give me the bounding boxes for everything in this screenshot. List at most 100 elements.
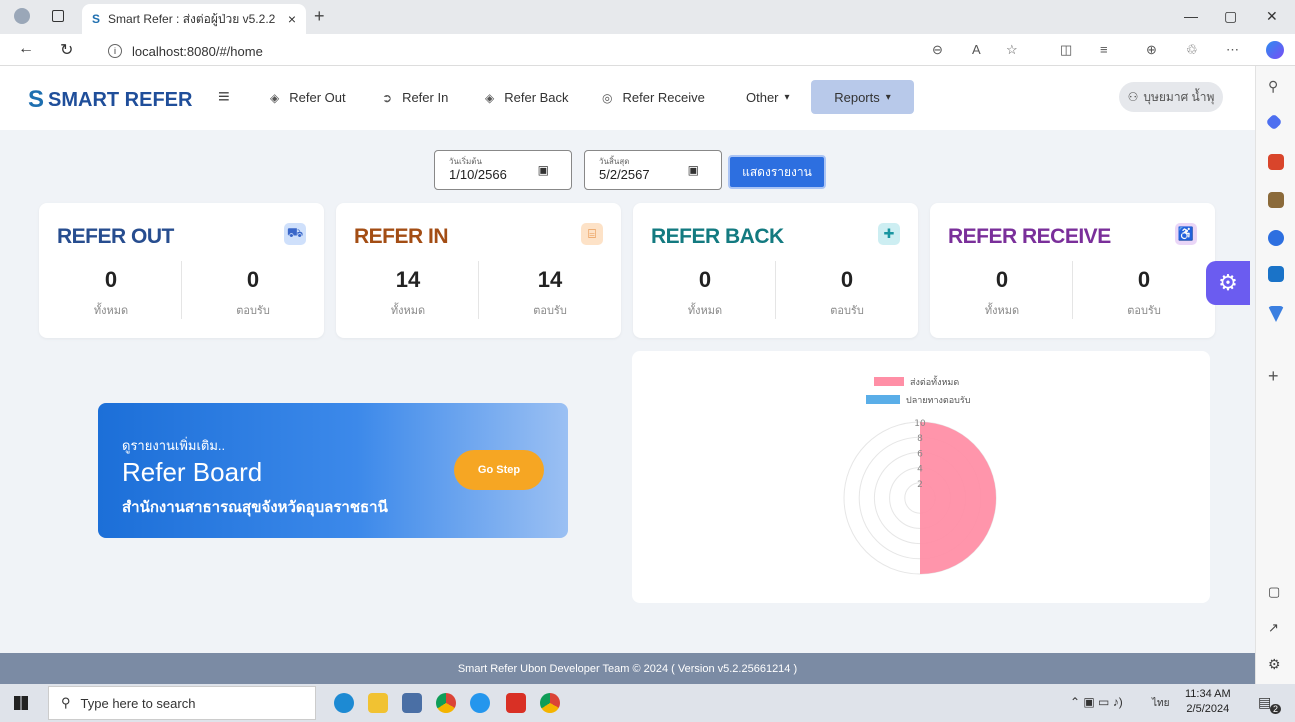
show-report-button[interactable]: แสดงรายงาน — [728, 155, 826, 189]
nav-refer-out[interactable]: ◈ Refer Out — [270, 90, 346, 105]
user-menu[interactable]: ⚇ บุษยมาศ น้ำพุ — [1119, 82, 1223, 112]
close-window-icon[interactable]: ✕ — [1266, 8, 1278, 25]
refer-in-card[interactable]: REFER IN ⌸ 14 ทั้งหมด 14 ตอบรับ — [336, 203, 621, 338]
nav-refer-receive[interactable]: ◎ Refer Receive — [602, 90, 705, 105]
accepted-label: ตอบรับ — [533, 305, 567, 317]
footer-text: Smart Refer Ubon Developer Team © 2024 (… — [457, 662, 798, 675]
go-step-button[interactable]: Go Step — [454, 450, 544, 490]
outlook-icon[interactable] — [1268, 266, 1284, 282]
browser-tab[interactable]: S Smart Refer : ส่งต่อผู้ป่วย v5.2.2 × — [82, 4, 306, 34]
nav-refer-in[interactable]: ➲ Refer In — [382, 90, 448, 105]
accepted-label: ตอบรับ — [830, 305, 864, 317]
site-info-icon[interactable]: i — [108, 44, 122, 58]
total-count: 0 — [698, 267, 712, 292]
start-date-field[interactable]: วันเริ่มต้น 1/10/2566 ▣ — [434, 150, 572, 190]
nav-label: Refer Out — [289, 90, 346, 105]
extensions-icon[interactable]: ♲ — [1186, 42, 1198, 58]
tab-actions-icon[interactable] — [52, 10, 64, 22]
polar-area-chart: ส่งต่อทั้งหมดปลายทางตอบรับ 10 8 6 4 2 — [843, 375, 997, 575]
card-title: REFER IN — [354, 225, 449, 248]
refresh-icon[interactable]: ↻ — [60, 40, 73, 60]
file-explorer-icon[interactable] — [368, 693, 388, 713]
notification-count: 2 — [1270, 704, 1282, 714]
drop-icon[interactable] — [1268, 306, 1284, 322]
card-title: REFER RECEIVE — [948, 225, 1111, 248]
banner-organization: สำนักงานสาธารณสุขจังหวัดอุบลราชธานี — [122, 499, 388, 516]
accepted-label: ตอบรับ — [236, 305, 270, 317]
restore-icon[interactable]: ▢ — [1224, 8, 1237, 25]
card-title: REFER BACK — [651, 225, 784, 248]
card-divider — [478, 261, 479, 319]
add-sidebar-app-icon[interactable]: + — [1268, 366, 1284, 386]
docker-icon[interactable] — [470, 693, 490, 713]
microsoft365-icon[interactable] — [1268, 230, 1284, 246]
store-icon[interactable] — [402, 693, 422, 713]
tab-title: Smart Refer : ส่งต่อผู้ป่วย v5.2.2 — [108, 11, 276, 26]
reports-label: Reports — [834, 89, 880, 105]
legend-swatch — [866, 395, 900, 404]
total-count: 0 — [995, 267, 1009, 292]
truck-icon: ⛟ — [284, 223, 306, 245]
favorites-list-icon[interactable]: ≡ — [1100, 42, 1108, 57]
url-text: localhost:8080/#/home — [132, 43, 263, 59]
open-external-icon[interactable]: ↗ — [1268, 620, 1284, 636]
taskbar-search[interactable]: ⚲ Type here to search — [48, 686, 316, 720]
time: 11:34 AM — [1185, 688, 1231, 700]
refer-back-card[interactable]: REFER BACK ✚ 0 ทั้งหมด 0 ตอบรับ — [633, 203, 918, 338]
radial-tick-label: 10 — [914, 419, 926, 429]
minimize-icon[interactable]: — — [1184, 8, 1198, 24]
hide-sidebar-icon[interactable]: ▢ — [1268, 584, 1284, 600]
close-tab-icon[interactable]: × — [288, 11, 296, 27]
browser-tab-bar: S Smart Refer : ส่งต่อผู้ป่วย v5.2.2 × +… — [0, 0, 1295, 34]
total-label: ทั้งหมด — [390, 305, 426, 317]
profile-icon[interactable] — [14, 8, 30, 24]
more-icon[interactable]: ⋯ — [1226, 42, 1239, 58]
search-placeholder: Type here to search — [80, 695, 196, 711]
logo-text: SMART REFER — [48, 88, 193, 111]
copilot-icon[interactable] — [1266, 41, 1284, 59]
app-logo[interactable]: S SMART REFER — [28, 86, 192, 114]
refer-receive-card[interactable]: REFER RECEIVE ♿ 0 ทั้งหมด 0 ตอบรับ — [930, 203, 1215, 338]
chrome-icon[interactable] — [436, 693, 456, 713]
diamond-icon: ◈ — [485, 90, 495, 105]
reports-menu[interactable]: Reports ▾ — [811, 80, 914, 114]
back-icon[interactable]: ← — [18, 40, 34, 58]
footer: Smart Refer Ubon Developer Team © 2024 (… — [0, 653, 1255, 684]
search-icon[interactable]: ⚲ — [1268, 78, 1284, 94]
legend-label: ปลายทางตอบรับ — [906, 396, 971, 406]
total-label: ทั้งหมด — [984, 305, 1020, 317]
read-aloud-icon[interactable]: A — [972, 42, 981, 57]
collections-icon[interactable]: ⊕ — [1146, 42, 1157, 58]
menu-toggle-icon[interactable]: ≡ — [218, 86, 230, 109]
windows-start-icon[interactable] — [14, 696, 28, 710]
circle-arrow-icon: ➲ — [382, 90, 393, 105]
zoom-icon[interactable]: ⊖ — [932, 42, 943, 58]
diamond-icon: ◈ — [270, 90, 280, 105]
accepted-label: ตอบรับ — [1127, 305, 1161, 317]
calendar-icon[interactable]: ▣ — [538, 163, 549, 177]
calendar-icon[interactable]: ▣ — [688, 163, 699, 177]
split-screen-icon[interactable]: ◫ — [1060, 42, 1072, 58]
new-tab-icon[interactable]: + — [314, 6, 325, 27]
red-cross-app-icon[interactable] — [506, 693, 526, 713]
tray-icons[interactable]: ⌃ ▣ ▭ ♪) — [1070, 695, 1123, 709]
refer-out-card[interactable]: REFER OUT ⛟ 0 ทั้งหมด 0 ตอบรับ — [39, 203, 324, 338]
legend-swatch — [874, 377, 904, 386]
favorite-icon[interactable]: ☆ — [1006, 42, 1018, 58]
taskbar-clock[interactable]: 11:34 AM 2/5/2024 — [1185, 687, 1231, 717]
games-icon[interactable] — [1268, 192, 1284, 208]
edge-app-icon[interactable] — [334, 693, 354, 713]
sidebar-settings-icon[interactable]: ⚙ — [1268, 656, 1284, 672]
end-date-field[interactable]: วันสิ้นสุด 5/2/2567 ▣ — [584, 150, 722, 190]
address-bar: ← ↻ i localhost:8080/#/home ⊖ A ☆ ◫ ≡ ⊕ … — [0, 34, 1295, 66]
settings-gear-icon[interactable]: ⚙ — [1206, 261, 1250, 305]
nav-other[interactable]: Other ▾ — [746, 90, 790, 105]
url-field[interactable]: i localhost:8080/#/home — [108, 39, 928, 63]
total-count: 14 — [395, 267, 421, 292]
tools-icon[interactable] — [1268, 154, 1284, 170]
chrome-profile-icon[interactable] — [540, 693, 560, 713]
shopping-icon[interactable] — [1265, 113, 1283, 131]
smart-refer-logo-icon: S — [28, 86, 45, 113]
nav-refer-back[interactable]: ◈ Refer Back — [485, 90, 569, 105]
language-indicator[interactable]: ไทย — [1152, 696, 1169, 711]
